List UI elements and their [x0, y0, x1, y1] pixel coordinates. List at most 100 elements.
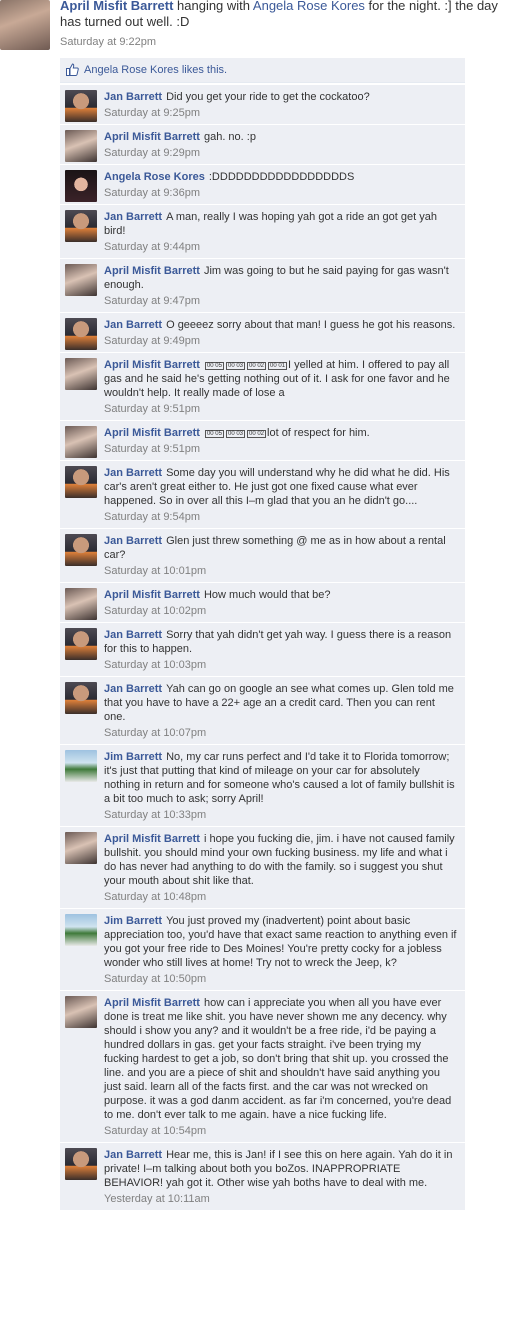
- feedback-box: Angela Rose Kores likes this. Jan Barret…: [60, 58, 465, 1211]
- comment-avatar[interactable]: [65, 358, 97, 390]
- comment-body: Jan Barrett Hear me, this is Jan! if I se…: [104, 1148, 457, 1190]
- comment-avatar[interactable]: [65, 996, 97, 1028]
- comment-avatar[interactable]: [65, 264, 97, 296]
- comment-timestamp[interactable]: Saturday at 10:07pm: [104, 726, 457, 740]
- comment-item: Jan Barrett A man, really I was hoping ya…: [60, 205, 465, 259]
- comment-author-link[interactable]: Jan Barrett: [104, 211, 162, 223]
- comment-timestamp[interactable]: Saturday at 9:44pm: [104, 240, 457, 254]
- post-author-link[interactable]: April Misfit Barrett: [60, 0, 173, 13]
- post-tagged-link[interactable]: Angela Rose Kores: [253, 0, 365, 13]
- comment-timestamp[interactable]: Saturday at 10:48pm: [104, 890, 457, 904]
- comment-author-link[interactable]: Jan Barrett: [104, 629, 162, 641]
- comment-avatar[interactable]: [65, 628, 97, 660]
- comment-body: April Misfit Barrett how can i appreciate…: [104, 996, 457, 1122]
- comment-author-link[interactable]: April Misfit Barrett: [104, 427, 200, 439]
- comment-item: Angela Rose Kores:DDDDDDDDDDDDDDDDDS Satu…: [60, 165, 465, 205]
- comment-body: Jan Barrett Yah can go on google an see w…: [104, 682, 457, 724]
- comment-item: April Misfit Barrett 00 05 00 03 00 02 00 01…: [60, 353, 465, 421]
- comment-avatar[interactable]: [65, 832, 97, 864]
- comment-author-link[interactable]: Jan Barrett: [104, 91, 162, 103]
- comment-avatar[interactable]: [65, 914, 97, 946]
- comment-item: Jan Barrett Some day you will understand …: [60, 461, 465, 529]
- comment-timestamp[interactable]: Saturday at 10:02pm: [104, 604, 457, 618]
- comment-avatar[interactable]: [65, 170, 97, 202]
- comment-author-link[interactable]: Jim Barrett: [104, 915, 162, 927]
- comment-avatar[interactable]: [65, 682, 97, 714]
- comment-body: April Misfit Barrett How much would that …: [104, 588, 457, 602]
- comment-timestamp[interactable]: Saturday at 9:51pm: [104, 442, 457, 456]
- comment-timestamp[interactable]: Saturday at 9:36pm: [104, 186, 457, 200]
- comment-item: Jan Barrett Yah can go on google an see w…: [60, 677, 465, 745]
- comment-body: Jim Barrett You just proved my (inadverte…: [104, 914, 457, 970]
- comment-timestamp[interactable]: Saturday at 10:50pm: [104, 972, 457, 986]
- comment-timestamp[interactable]: Saturday at 10:01pm: [104, 564, 457, 578]
- comment-item: April Misfit Barrett How much would that …: [60, 583, 465, 623]
- comment-avatar[interactable]: [65, 318, 97, 350]
- comment-author-link[interactable]: April Misfit Barrett: [104, 589, 200, 601]
- comment-author-link[interactable]: Angela Rose Kores: [104, 171, 205, 183]
- missing-glyph-box: 00 05: [204, 430, 224, 438]
- comment-timestamp[interactable]: Saturday at 10:03pm: [104, 658, 457, 672]
- comment-timestamp[interactable]: Yesterday at 10:11am: [104, 1192, 457, 1206]
- missing-glyph-box: 00 05: [204, 362, 224, 370]
- comment-item: Jim Barrett You just proved my (inadverte…: [60, 909, 465, 991]
- comment-timestamp[interactable]: Saturday at 9:29pm: [104, 146, 457, 160]
- comment-avatar[interactable]: [65, 90, 97, 122]
- comment-timestamp[interactable]: Saturday at 9:25pm: [104, 106, 457, 120]
- comment-body: April Misfit Barrett Jim was going to but…: [104, 264, 457, 292]
- comment-avatar[interactable]: [65, 130, 97, 162]
- comment-item: Jan Barrett O geeeez sorry about that man…: [60, 313, 465, 353]
- comment-author-link[interactable]: April Misfit Barrett: [104, 833, 200, 845]
- comment-avatar[interactable]: [65, 534, 97, 566]
- comment-item: April Misfit Barrett gah. no. :p Saturday …: [60, 125, 465, 165]
- comment-avatar[interactable]: [65, 210, 97, 242]
- comment-author-link[interactable]: April Misfit Barrett: [104, 265, 200, 277]
- thumbs-up-icon: [66, 63, 79, 76]
- comment-avatar[interactable]: [65, 588, 97, 620]
- comment-body: Jan Barrett O geeeez sorry about that man…: [104, 318, 457, 332]
- post-author-avatar[interactable]: [0, 0, 50, 50]
- comment-author-link[interactable]: Jan Barrett: [104, 535, 162, 547]
- post-text-before: hanging with: [173, 0, 253, 13]
- comment-avatar[interactable]: [65, 426, 97, 458]
- comment-body: April Misfit Barrett 00 05 00 03 00 02 00 01…: [104, 358, 457, 400]
- comment-text: Did you get your ride to get the cockato…: [166, 91, 370, 103]
- comment-timestamp[interactable]: Saturday at 9:54pm: [104, 510, 457, 524]
- post-timestamp[interactable]: Saturday at 9:22pm: [60, 36, 156, 48]
- comment-timestamp[interactable]: Saturday at 9:47pm: [104, 294, 457, 308]
- comment-body: Jan Barrett Sorry that yah didn't get yah…: [104, 628, 457, 656]
- comment-body: Jan Barrett Did you get your ride to get …: [104, 90, 457, 104]
- comment-text: lot of respect for him.: [267, 427, 370, 439]
- comment-body: Jan Barrett Some day you will understand …: [104, 466, 457, 508]
- comment-body: April Misfit Barrett gah. no. :p: [104, 130, 457, 144]
- comment-body: Jan Barrett Glen just threw something @ m…: [104, 534, 457, 562]
- comment-avatar[interactable]: [65, 1148, 97, 1180]
- comment-author-link[interactable]: April Misfit Barrett: [104, 997, 200, 1009]
- missing-glyph-box: 00 03: [225, 430, 245, 438]
- comment-timestamp[interactable]: Saturday at 10:54pm: [104, 1124, 457, 1138]
- comment-author-link[interactable]: April Misfit Barrett: [104, 359, 200, 371]
- comment-author-link[interactable]: Jan Barrett: [104, 1149, 162, 1161]
- comment-author-link[interactable]: Jan Barrett: [104, 467, 162, 479]
- liker-link[interactable]: Angela Rose Kores: [84, 64, 179, 76]
- comment-text: how can i appreciate you when all you ha…: [104, 997, 452, 1121]
- comment-item: Jan Barrett Hear me, this is Jan! if I se…: [60, 1143, 465, 1211]
- comment-item: April Misfit Barrett 00 05 00 03 00 02 lot o…: [60, 421, 465, 461]
- comment-item: Jim Barrett No, my car runs perfect and I…: [60, 745, 465, 827]
- comment-body: Angela Rose Kores:DDDDDDDDDDDDDDDDDS: [104, 170, 457, 184]
- likes-text: Angela Rose Kores likes this.: [84, 64, 227, 76]
- comment-timestamp[interactable]: Saturday at 10:33pm: [104, 808, 457, 822]
- comment-author-link[interactable]: Jim Barrett: [104, 751, 162, 763]
- missing-glyph-box: 00 03: [225, 362, 245, 370]
- comment-timestamp[interactable]: Saturday at 9:49pm: [104, 334, 457, 348]
- comment-author-link[interactable]: Jan Barrett: [104, 319, 162, 331]
- status-post: April Misfit Barrett hanging with Angela…: [0, 0, 515, 52]
- comment-timestamp[interactable]: Saturday at 9:51pm: [104, 402, 457, 416]
- comment-author-link[interactable]: Jan Barrett: [104, 683, 162, 695]
- post-message: April Misfit Barrett hanging with Angela…: [60, 0, 515, 30]
- likes-suffix: likes this.: [178, 64, 228, 76]
- comment-avatar[interactable]: [65, 750, 97, 782]
- comment-avatar[interactable]: [65, 466, 97, 498]
- comment-author-link[interactable]: April Misfit Barrett: [104, 131, 200, 143]
- comment-text: How much would that be?: [203, 589, 331, 601]
